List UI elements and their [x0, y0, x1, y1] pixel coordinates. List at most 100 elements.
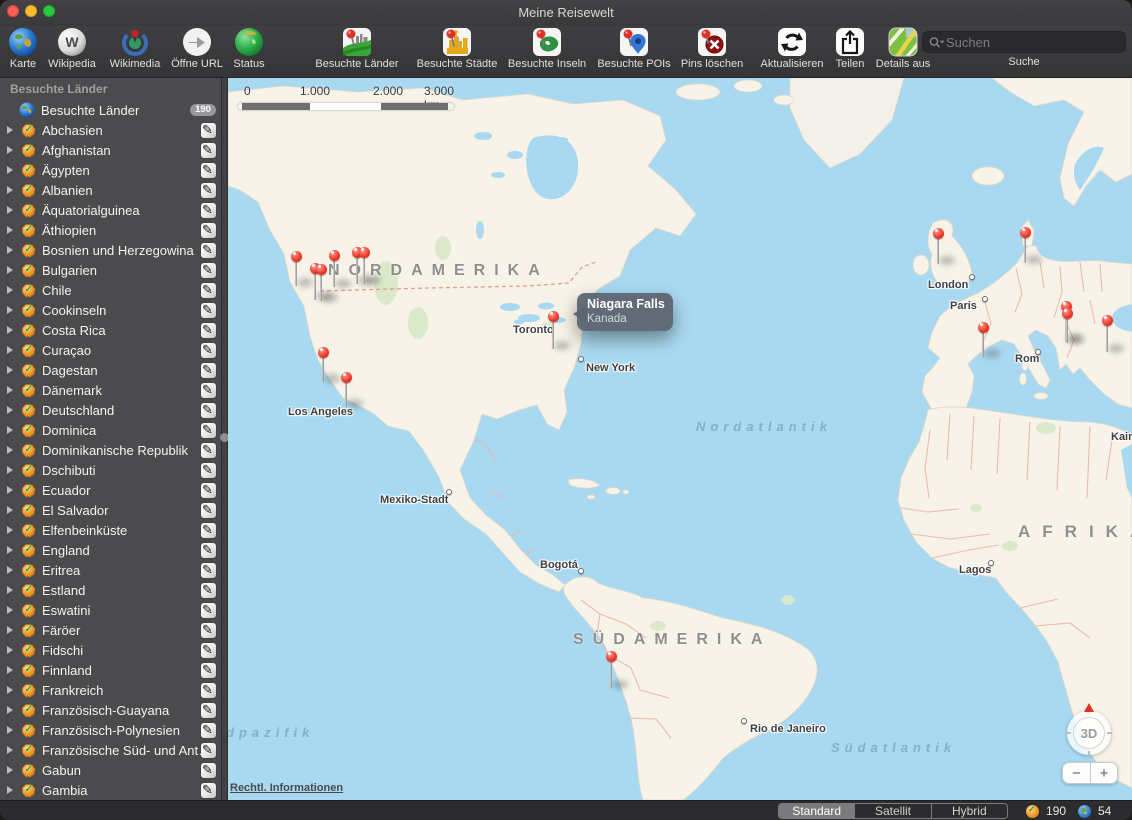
- disclosure-triangle-icon[interactable]: [7, 286, 17, 294]
- disclosure-triangle-icon[interactable]: [7, 386, 17, 394]
- edit-pencil-icon[interactable]: [201, 663, 216, 678]
- disclosure-triangle-icon[interactable]: [7, 726, 17, 734]
- edit-pencil-icon[interactable]: [201, 503, 216, 518]
- edit-pencil-icon[interactable]: [201, 443, 216, 458]
- edit-pencil-icon[interactable]: [201, 523, 216, 538]
- threed-label[interactable]: 3D: [1073, 717, 1105, 749]
- sidebar-country-row[interactable]: Albanien: [0, 180, 221, 200]
- edit-pencil-icon[interactable]: [201, 723, 216, 738]
- edit-pencil-icon[interactable]: [201, 603, 216, 618]
- disclosure-triangle-icon[interactable]: [7, 666, 17, 674]
- edit-pencil-icon[interactable]: [201, 763, 216, 778]
- disclosure-triangle-icon[interactable]: [7, 126, 17, 134]
- sidebar-country-row[interactable]: Elfenbeinküste: [0, 520, 221, 540]
- sidebar-country-row[interactable]: Gabun: [0, 760, 221, 780]
- edit-pencil-icon[interactable]: [201, 183, 216, 198]
- disclosure-triangle-icon[interactable]: [7, 706, 17, 714]
- sidebar-country-row[interactable]: Dagestan: [0, 360, 221, 380]
- disclosure-triangle-icon[interactable]: [7, 586, 17, 594]
- edit-pencil-icon[interactable]: [201, 243, 216, 258]
- sidebar-country-row[interactable]: Afghanistan: [0, 140, 221, 160]
- edit-pencil-icon[interactable]: [201, 783, 216, 798]
- edit-pencil-icon[interactable]: [201, 223, 216, 238]
- edit-pencil-icon[interactable]: [201, 583, 216, 598]
- sidebar-country-row[interactable]: Dominica: [0, 420, 221, 440]
- sidebar-country-row[interactable]: Curaçao: [0, 340, 221, 360]
- edit-pencil-icon[interactable]: [201, 643, 216, 658]
- disclosure-triangle-icon[interactable]: [7, 266, 17, 274]
- sidebar-country-row[interactable]: Französisch-Polynesien: [0, 720, 221, 740]
- sidebar-country-row[interactable]: Gambia: [0, 780, 221, 800]
- disclosure-triangle-icon[interactable]: [7, 166, 17, 174]
- disclosure-triangle-icon[interactable]: [7, 406, 17, 414]
- sidebar-country-row[interactable]: Dschibuti: [0, 460, 221, 480]
- segment-standard[interactable]: Standard: [779, 804, 855, 818]
- disclosure-triangle-icon[interactable]: [7, 146, 17, 154]
- sidebar-country-row[interactable]: Ägypten: [0, 160, 221, 180]
- edit-pencil-icon[interactable]: [201, 163, 216, 178]
- edit-pencil-icon[interactable]: [201, 363, 216, 378]
- sidebar-country-row[interactable]: Bosnien und Herzegowina: [0, 240, 221, 260]
- search-field[interactable]: [922, 31, 1126, 53]
- edit-pencil-icon[interactable]: [201, 303, 216, 318]
- disclosure-triangle-icon[interactable]: [7, 206, 17, 214]
- sidebar-country-row[interactable]: Äquatorialguinea: [0, 200, 221, 220]
- disclosure-triangle-icon[interactable]: [7, 186, 17, 194]
- sidebar-country-row[interactable]: Dänemark: [0, 380, 221, 400]
- map-callout[interactable]: Niagara Falls Kanada: [577, 293, 673, 331]
- sidebar-country-row[interactable]: Eswatini: [0, 600, 221, 620]
- disclosure-triangle-icon[interactable]: [7, 606, 17, 614]
- edit-pencil-icon[interactable]: [201, 563, 216, 578]
- sidebar-country-row[interactable]: Finnland: [0, 660, 221, 680]
- sidebar-splitter[interactable]: [221, 78, 228, 800]
- edit-pencil-icon[interactable]: [201, 283, 216, 298]
- sidebar-country-row[interactable]: Estland: [0, 580, 221, 600]
- disclosure-triangle-icon[interactable]: [7, 566, 17, 574]
- edit-pencil-icon[interactable]: [201, 143, 216, 158]
- edit-pencil-icon[interactable]: [201, 703, 216, 718]
- zoom-out-button[interactable]: −: [1062, 762, 1090, 784]
- edit-pencil-icon[interactable]: [201, 623, 216, 638]
- toolbar-button-status[interactable]: Status: [194, 27, 304, 70]
- edit-pencil-icon[interactable]: [201, 423, 216, 438]
- sidebar-country-row[interactable]: Deutschland: [0, 400, 221, 420]
- disclosure-triangle-icon[interactable]: [7, 306, 17, 314]
- disclosure-triangle-icon[interactable]: [7, 446, 17, 454]
- sidebar-country-row[interactable]: Chile: [0, 280, 221, 300]
- sidebar-country-row[interactable]: Ecuador: [0, 480, 221, 500]
- edit-pencil-icon[interactable]: [201, 343, 216, 358]
- legal-info-link[interactable]: Rechtl. Informationen: [230, 782, 343, 794]
- sidebar-country-row[interactable]: Französische Süd- und Ant…: [0, 740, 221, 760]
- disclosure-triangle-icon[interactable]: [7, 366, 17, 374]
- sidebar-country-row[interactable]: Bulgarien: [0, 260, 221, 280]
- edit-pencil-icon[interactable]: [201, 123, 216, 138]
- disclosure-triangle-icon[interactable]: [7, 486, 17, 494]
- segment-satellit[interactable]: Satellit: [855, 804, 931, 818]
- disclosure-triangle-icon[interactable]: [7, 506, 17, 514]
- edit-pencil-icon[interactable]: [201, 383, 216, 398]
- sidebar-country-row[interactable]: Äthiopien: [0, 220, 221, 240]
- disclosure-triangle-icon[interactable]: [7, 426, 17, 434]
- sidebar-country-row[interactable]: El Salvador: [0, 500, 221, 520]
- edit-pencil-icon[interactable]: [201, 403, 216, 418]
- sidebar-country-row[interactable]: Fidschi: [0, 640, 221, 660]
- map-view[interactable]: NORDAMERIKA SÜDAMERIKA AFRIKA Nordatlant…: [228, 78, 1132, 800]
- edit-pencil-icon[interactable]: [201, 203, 216, 218]
- disclosure-triangle-icon[interactable]: [7, 346, 17, 354]
- search-input[interactable]: [944, 34, 1119, 51]
- disclosure-triangle-icon[interactable]: [7, 546, 17, 554]
- disclosure-triangle-icon[interactable]: [7, 526, 17, 534]
- disclosure-triangle-icon[interactable]: [7, 626, 17, 634]
- sidebar-country-row[interactable]: Eritrea: [0, 560, 221, 580]
- disclosure-triangle-icon[interactable]: [7, 786, 17, 794]
- compass-3d-control[interactable]: 3D: [1067, 711, 1111, 755]
- disclosure-triangle-icon[interactable]: [7, 646, 17, 654]
- disclosure-triangle-icon[interactable]: [7, 466, 17, 474]
- sidebar-country-row[interactable]: Dominikanische Republik: [0, 440, 221, 460]
- sidebar-country-row[interactable]: Abchasien: [0, 120, 221, 140]
- disclosure-triangle-icon[interactable]: [7, 766, 17, 774]
- sidebar-country-row[interactable]: Französisch-Guayana: [0, 700, 221, 720]
- edit-pencil-icon[interactable]: [201, 463, 216, 478]
- sidebar-country-row[interactable]: Costa Rica: [0, 320, 221, 340]
- sidebar-country-row[interactable]: Färöer: [0, 620, 221, 640]
